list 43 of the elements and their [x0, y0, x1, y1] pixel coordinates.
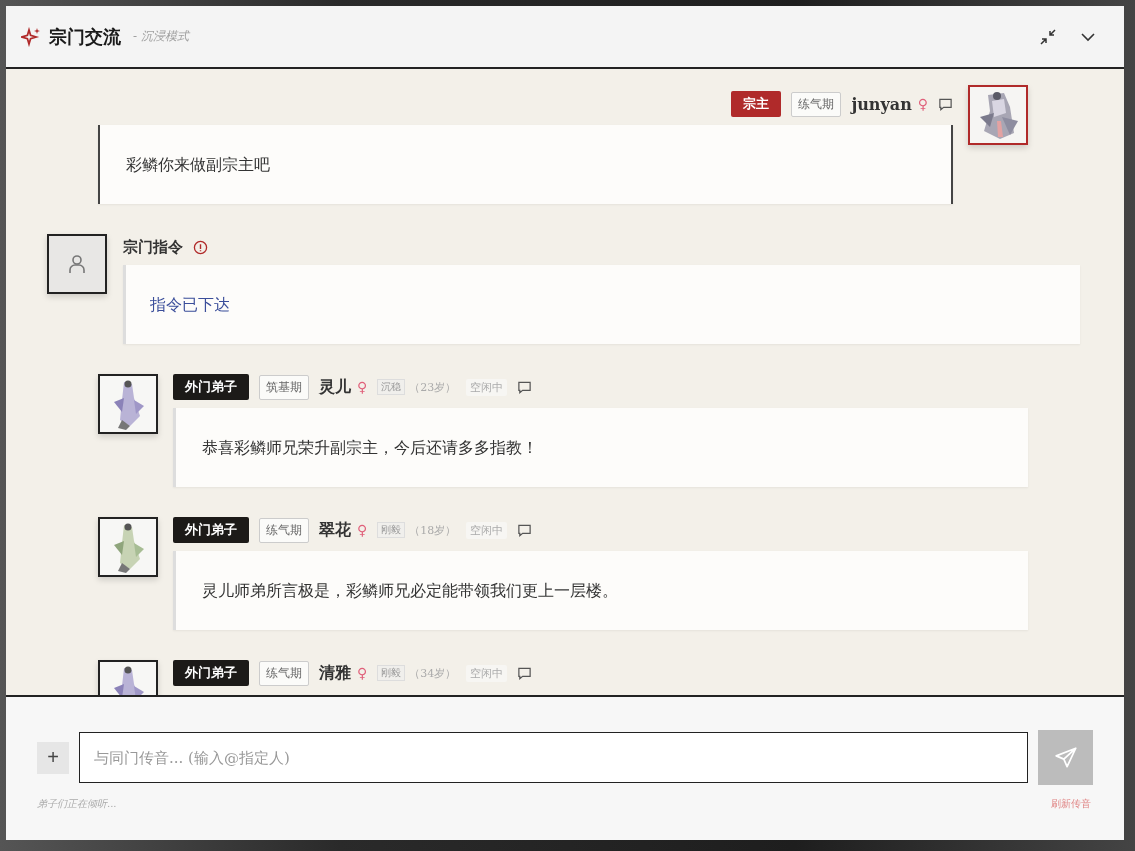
- realm-tag: 练气期: [259, 517, 309, 543]
- avatar-placeholder: [47, 234, 107, 294]
- message-bubble: 彩鳞你来做副宗主吧: [98, 125, 953, 204]
- realm-tag: 筑基期: [259, 374, 309, 400]
- trait-tag: 沉稳: [377, 379, 406, 395]
- message-bubble: 恭喜彩鳞师兄荣升副宗主，今后还请多多指教！: [173, 408, 1028, 487]
- realm-tag: 练气期: [259, 660, 309, 686]
- add-button[interactable]: +: [37, 741, 69, 774]
- comment-icon[interactable]: [938, 96, 953, 112]
- info-icon: [193, 239, 208, 255]
- trait-tag: 刚毅: [377, 522, 406, 538]
- realm-tag: 练气期: [791, 91, 842, 117]
- age-label: （34岁）: [409, 665, 457, 681]
- trait-tag: 刚毅: [377, 665, 406, 681]
- gender-symbol: ♀: [357, 665, 368, 681]
- gender-symbol: ♀: [917, 96, 928, 112]
- role-badge: 外门弟子: [173, 517, 249, 543]
- comment-icon[interactable]: [517, 379, 533, 395]
- comment-icon[interactable]: [517, 522, 533, 538]
- role-badge: 外门弟子: [173, 374, 249, 400]
- sender-name: 灵儿: [319, 376, 351, 398]
- age-label: （23岁）: [409, 379, 457, 395]
- gender-symbol: ♀: [357, 379, 368, 395]
- age-label: （18岁）: [409, 522, 457, 538]
- status-tag: 空闲中: [466, 664, 508, 682]
- sender-name: junyan: [851, 94, 912, 114]
- sender-name: 清雅: [319, 662, 351, 684]
- listening-hint: 弟子们正在倾听...: [37, 797, 117, 811]
- role-badge: 外门弟子: [173, 660, 249, 686]
- comment-icon[interactable]: [517, 665, 533, 681]
- collapse-icon: [1038, 26, 1058, 47]
- status-tag: 空闲中: [466, 378, 508, 396]
- message-bubble: 灵儿师弟所言极是，彩鳞师兄必定能带领我们更上一层楼。: [173, 551, 1028, 630]
- mode-label: - 沉浸模式: [133, 28, 189, 45]
- sparkle-icon: [21, 26, 41, 47]
- sender-name: 翠花: [319, 519, 351, 541]
- window-title: 宗门交流: [49, 24, 121, 49]
- status-tag: 空闲中: [466, 521, 508, 539]
- gender-symbol: ♀: [357, 522, 368, 538]
- message-bubble: 指令已下达: [123, 265, 1080, 344]
- sender-name: 宗门指令: [123, 237, 183, 257]
- message-input[interactable]: 与同门传音... (输入@指定人): [79, 732, 1028, 783]
- role-badge: 宗主: [731, 91, 782, 117]
